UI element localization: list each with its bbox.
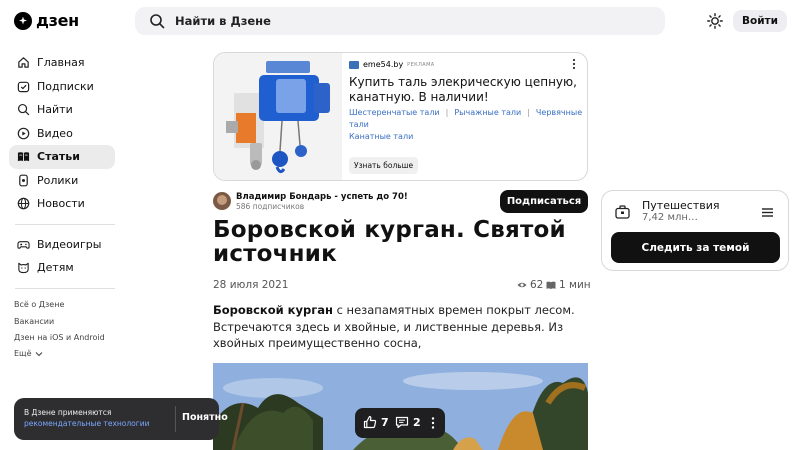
toast-link[interactable]: рекомендательные технологии — [24, 419, 149, 428]
chevron-down-icon — [35, 351, 42, 357]
jobs-link[interactable]: Вакансии — [14, 313, 115, 329]
author-name[interactable]: Владимир Бондарь - успеть до 70! — [236, 192, 408, 202]
sun-icon[interactable] — [707, 13, 723, 29]
sidebar-item-subscriptions[interactable]: Подписки — [9, 75, 115, 99]
sidebar-item-label: Подписки — [37, 79, 94, 93]
toast-text: В Дзене применяются — [24, 408, 112, 417]
sidebar-item-label: Статьи — [37, 150, 80, 164]
ad-favicon-icon — [349, 60, 359, 69]
sidebar-item-label: Новости — [37, 197, 85, 211]
sidebar-item-news[interactable]: Новости — [9, 192, 115, 216]
toast-ok-button[interactable]: Понятно — [182, 412, 228, 423]
search-icon — [150, 14, 165, 29]
header: дзен Найти в Дзене Войти — [0, 0, 800, 42]
sidebar-footer-links: Всё о Дзене Вакансии Дзен на iOS и Andro… — [9, 297, 115, 363]
article-views: 62 — [517, 279, 543, 291]
recommendation-toast: В Дзене применяются рекомендательные тех… — [14, 398, 228, 440]
read-time: 1 мин — [559, 279, 591, 291]
comment-count: 2 — [413, 415, 421, 429]
more-vertical-icon[interactable] — [430, 416, 436, 430]
more-vertical-icon[interactable] — [571, 58, 577, 70]
ad-link-separator: | — [527, 108, 530, 117]
author-avatar[interactable] — [213, 192, 231, 210]
sidebar-item-video[interactable]: Видео — [9, 122, 115, 146]
sidebar-item-label: Детям — [37, 261, 74, 275]
more-label: Ещё — [14, 349, 32, 359]
apps-link[interactable]: Дзен на iOS и Android — [14, 329, 115, 345]
gamepad-icon — [17, 240, 30, 249]
suitcase-icon — [615, 205, 630, 219]
article-body-bold: Боровской курган — [213, 303, 333, 317]
logo-text: дзен — [36, 11, 79, 30]
articles-icon — [17, 152, 30, 162]
like-count: 7 — [381, 415, 389, 429]
search-icon — [17, 104, 30, 116]
author-subscribers: 586 подписчиков — [236, 202, 305, 211]
ad-learn-more-button[interactable]: Узнать больше — [349, 157, 419, 174]
eye-icon — [517, 282, 527, 288]
sidebar-item-search[interactable]: Найти — [9, 98, 115, 122]
ad-link[interactable]: Рычажные тали — [454, 108, 521, 117]
ad-image[interactable] — [214, 53, 342, 180]
sidebar-item-label: Видеоигры — [37, 237, 102, 251]
about-link[interactable]: Всё о Дзене — [14, 297, 115, 313]
shorts-icon — [19, 174, 28, 187]
logo[interactable]: дзен — [14, 11, 79, 30]
search-input[interactable]: Найти в Дзене — [175, 14, 271, 28]
topic-name[interactable]: Путешествия — [642, 199, 720, 212]
views-count: 62 — [530, 279, 544, 291]
ad-tag: Реклама — [407, 61, 435, 68]
ad-title[interactable]: Купить таль элекрическую цепную, канатну… — [349, 75, 579, 104]
ad-source[interactable]: eme54.by Реклама — [349, 60, 435, 69]
toast-message: В Дзене применяются рекомендательные тех… — [24, 408, 149, 429]
ad-link[interactable]: Шестеренчатые тали — [349, 108, 440, 117]
article-date: 28 июля 2021 — [213, 279, 289, 291]
comments-button[interactable]: 2 — [395, 415, 421, 429]
subscriptions-icon — [17, 81, 30, 92]
hoist-illustration — [214, 53, 342, 180]
sidebar-item-label: Ролики — [37, 173, 79, 187]
kids-icon — [18, 263, 29, 274]
ad-links: Шестеренчатые тали | Рычажные тали | Червячн… — [349, 107, 584, 143]
reactions-bar: 7 2 — [355, 408, 445, 438]
subscribe-button[interactable]: Подписаться — [500, 190, 588, 213]
sidebar-divider — [15, 287, 115, 289]
home-icon — [18, 57, 29, 68]
news-icon — [17, 197, 30, 210]
topic-widget: Путешествия 7,42 млн… Следить за темой — [601, 190, 789, 271]
sidebar-item-home[interactable]: Главная — [9, 51, 115, 75]
sidebar-item-articles[interactable]: Статьи — [9, 145, 115, 169]
sidebar-divider — [15, 223, 115, 225]
dzen-logo-icon — [14, 11, 32, 30]
article-read-time: 1 мин — [546, 279, 591, 291]
article-title: Боровской курган. Святой источник — [213, 217, 566, 267]
like-button[interactable]: 7 — [363, 415, 389, 429]
ad-link-separator: | — [445, 108, 449, 117]
menu-icon[interactable] — [762, 208, 773, 217]
ad-card[interactable]: eme54.by Реклама Купить таль элекрическу… — [213, 52, 588, 181]
sidebar-item-label: Найти — [37, 103, 73, 117]
sidebar-item-shorts[interactable]: Ролики — [9, 169, 115, 193]
comment-icon — [395, 416, 409, 429]
follow-topic-button[interactable]: Следить за темой — [611, 232, 780, 263]
login-button[interactable]: Войти — [733, 10, 787, 32]
topic-follower-count: 7,42 млн… — [642, 212, 698, 223]
video-icon — [17, 127, 30, 140]
sidebar-item-label: Главная — [37, 56, 85, 70]
search-bar[interactable]: Найти в Дзене — [135, 7, 665, 35]
ad-source-domain: eme54.by — [363, 60, 404, 69]
sidebar-item-kids[interactable]: Детям — [9, 256, 115, 280]
sidebar-item-videogames[interactable]: Видеоигры — [9, 233, 115, 257]
ad-link[interactable]: Канатные тали — [349, 132, 413, 141]
more-link[interactable]: Ещё — [14, 346, 115, 362]
sidebar-item-label: Видео — [37, 126, 73, 140]
book-icon — [546, 281, 556, 289]
sidebar: Главная Подписки Найти Видео Статьи Роли… — [9, 51, 115, 362]
thumbs-up-icon — [363, 415, 377, 429]
toast-divider — [175, 406, 176, 432]
article-body: Боровской курган с незапамятных времен п… — [213, 302, 588, 352]
